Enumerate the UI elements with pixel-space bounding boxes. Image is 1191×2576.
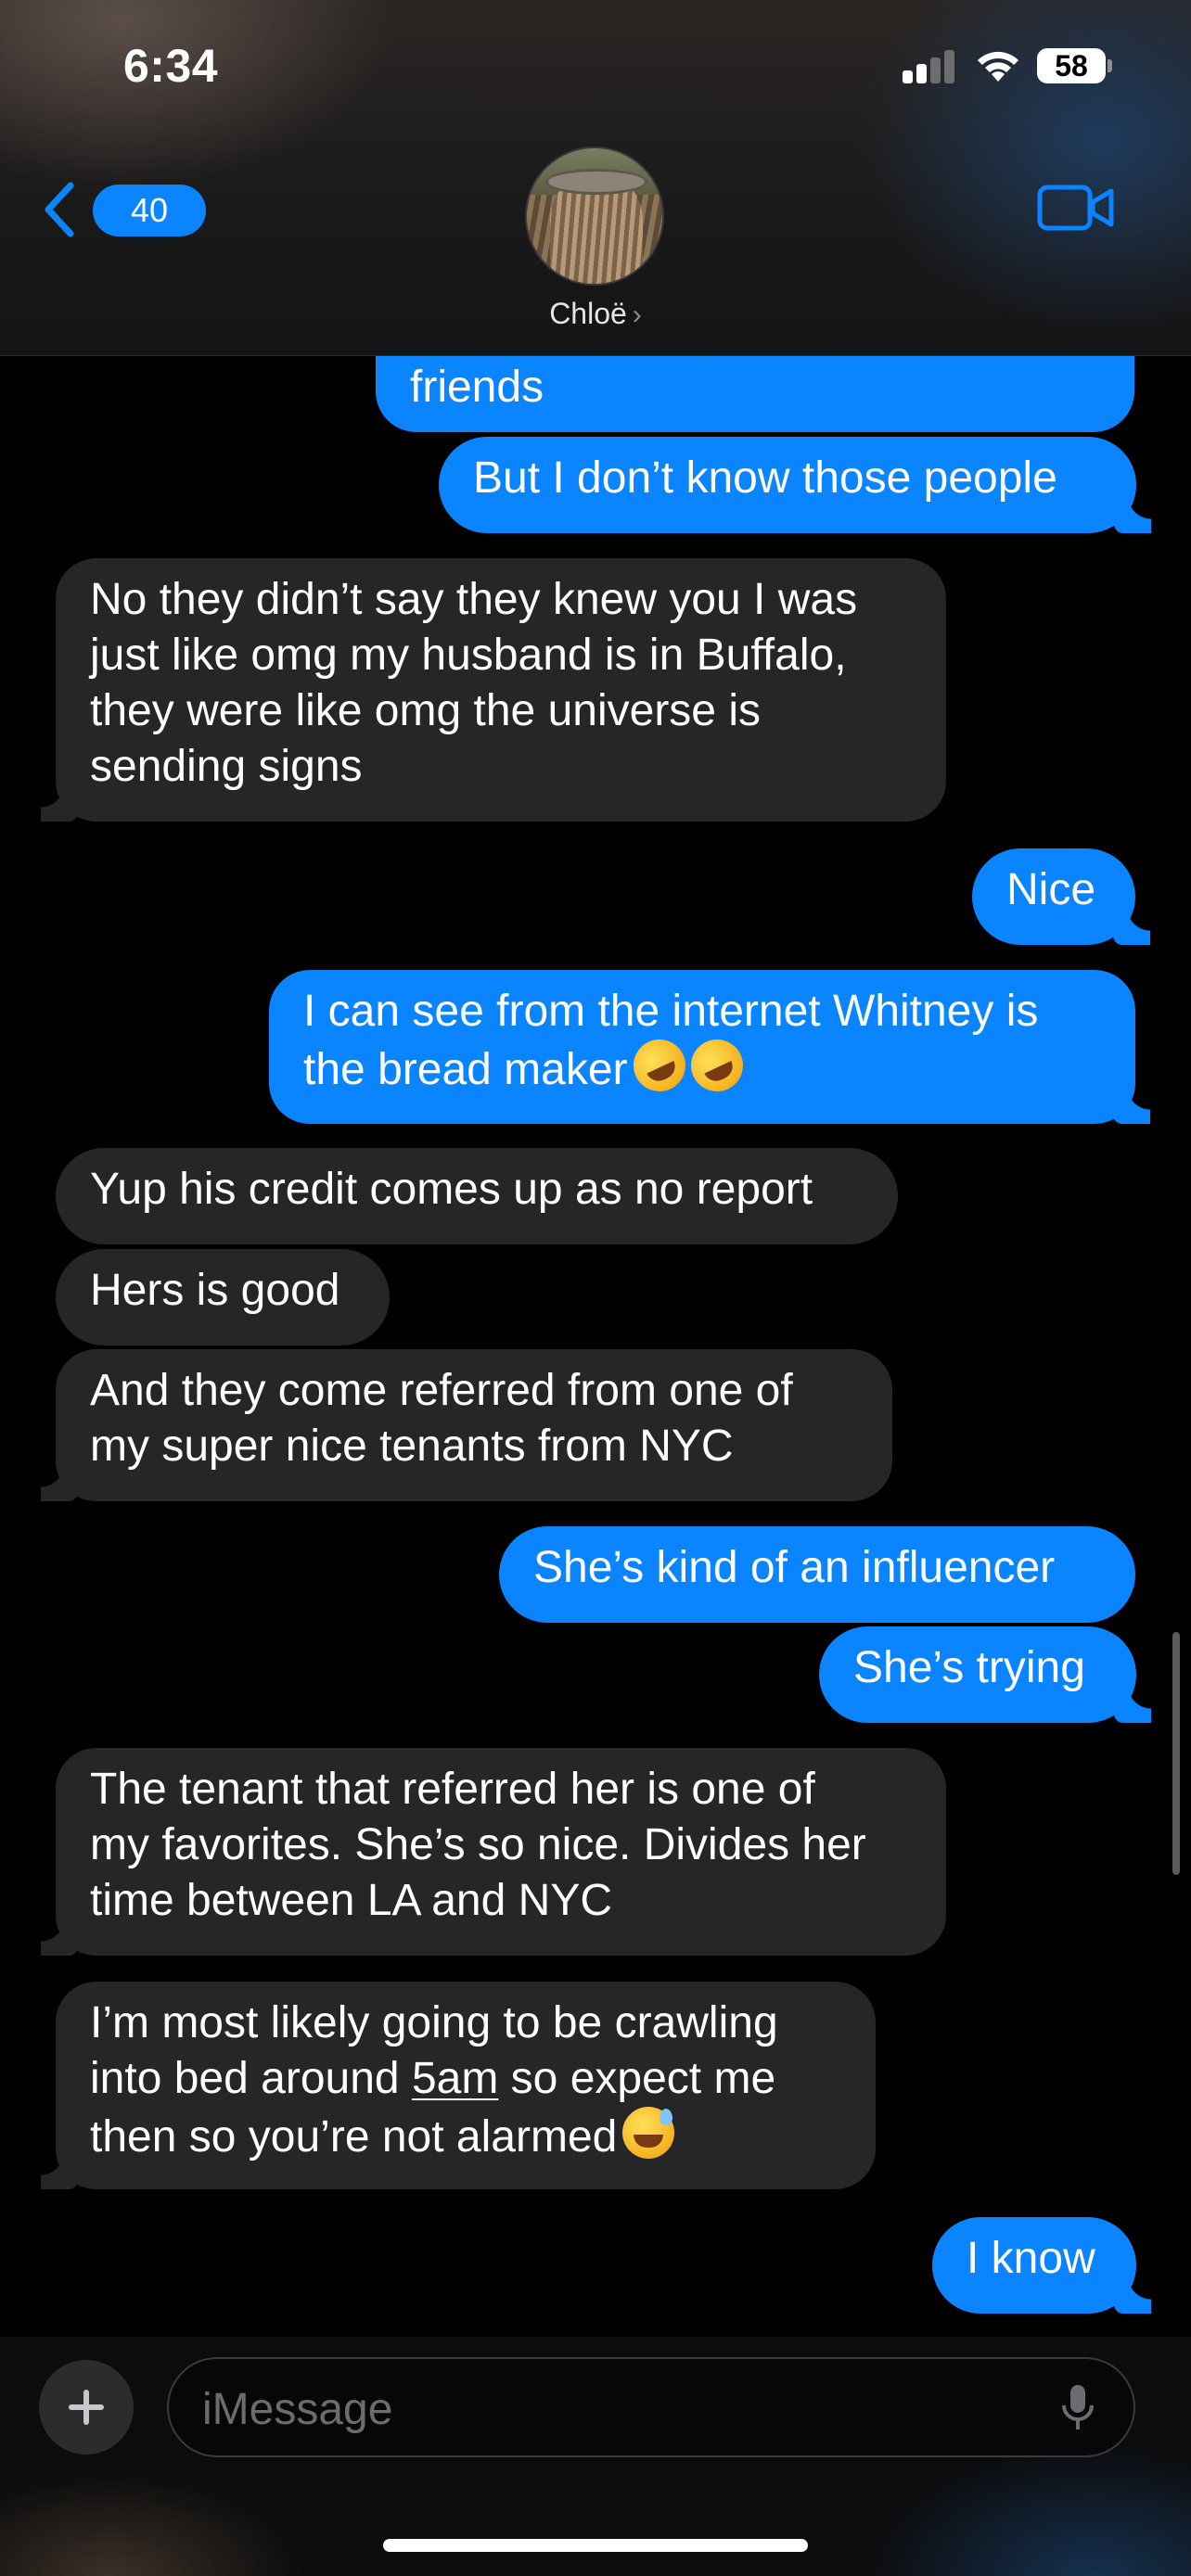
chevron-right-icon: ›: [632, 300, 642, 330]
message-line: I can see from the internet Whitney is: [303, 987, 1039, 1036]
message-line: sending signs: [90, 742, 363, 791]
message-thread: friends But I don’t know those people No…: [0, 0, 1191, 2576]
battery-cap: [1108, 59, 1112, 72]
message-received[interactable]: No they didn’t say they knew you I was j…: [41, 558, 946, 822]
message-line: then so you’re not alarmed: [90, 2112, 618, 2162]
message-line: The tenant that referred her is one of: [90, 1765, 815, 1814]
conversation-header: 6:34 58 40 Chloë ›: [0, 0, 1191, 356]
grinning-sweat-emoji-icon: [622, 2107, 675, 2159]
status-time: 6:34: [123, 40, 219, 92]
wifi-icon: [978, 51, 1018, 82]
plus-icon[interactable]: [39, 2360, 134, 2455]
message-sent[interactable]: She’s kind of an influencer: [499, 1526, 1135, 1623]
home-indicator[interactable]: [383, 2539, 808, 2552]
message-sent[interactable]: friends: [376, 349, 1134, 432]
message-line: into bed around: [90, 2054, 400, 2103]
imessage-conversation-screen: friends But I don’t know those people No…: [0, 0, 1191, 2576]
message-line: the bread maker: [303, 1045, 628, 1094]
message-sent[interactable]: I know: [932, 2217, 1151, 2314]
rolling-on-floor-laughing-emoji-icon: [682, 1030, 751, 1101]
message-text: But I don’t know those people: [473, 453, 1057, 503]
message-sent[interactable]: I can see from the internet Whitney is t…: [269, 970, 1150, 1124]
message-text: Hers is good: [90, 1266, 340, 1315]
message-sent[interactable]: Nice: [972, 848, 1150, 945]
message-text: friends: [410, 363, 544, 412]
message-text: Nice: [1006, 865, 1096, 914]
time-link[interactable]: 5am: [412, 2054, 498, 2103]
message-line: so expect me: [510, 2054, 776, 2103]
message-received[interactable]: Hers is good: [56, 1249, 390, 1345]
message-input[interactable]: [202, 2381, 1018, 2437]
battery-level: 58: [1037, 48, 1106, 83]
back-chevron-icon: [45, 182, 74, 237]
imessage-input[interactable]: [167, 2357, 1135, 2457]
message-received[interactable]: The tenant that referred her is one of m…: [41, 1748, 946, 1956]
message-line: they were like omg the universe is: [90, 686, 761, 735]
contact-name[interactable]: Chloë ›: [0, 297, 1191, 331]
rolling-on-floor-laughing-emoji-icon: [624, 1030, 694, 1101]
message-sent[interactable]: She’s trying: [819, 1626, 1151, 1723]
microphone-icon[interactable]: [1059, 2383, 1096, 2435]
message-text: I know: [967, 2234, 1095, 2283]
message-text: Yup his credit comes up as no report: [90, 1165, 813, 1214]
message-line: No they didn’t say they knew you I was: [90, 575, 858, 624]
message-line: my favorites. She’s so nice. Divides her: [90, 1820, 866, 1869]
battery-icon: 58: [1037, 48, 1113, 83]
message-line: And they come referred from one of: [90, 1366, 793, 1415]
cellular-signal-icon: [903, 48, 956, 83]
message-received[interactable]: I’m most likely going to be crawling int…: [41, 1982, 876, 2189]
message-text: She’s kind of an influencer: [533, 1543, 1056, 1592]
video-camera-icon[interactable]: [1037, 182, 1115, 234]
message-line: my super nice tenants from NYC: [90, 1422, 734, 1471]
message-line: time between LA and NYC: [90, 1876, 612, 1925]
message-line: I’m most likely going to be crawling: [90, 1998, 778, 2047]
back-button[interactable]: 40: [41, 176, 206, 243]
scrollbar[interactable]: [1172, 1632, 1180, 1875]
contact-avatar[interactable]: [525, 147, 664, 286]
unread-count-badge: 40: [93, 185, 206, 236]
message-sent[interactable]: But I don’t know those people: [439, 437, 1151, 533]
message-received[interactable]: Yup his credit comes up as no report: [56, 1148, 898, 1244]
message-text: She’s trying: [853, 1643, 1085, 1692]
message-line: just like omg my husband is in Buffalo,: [90, 631, 847, 680]
message-received[interactable]: And they come referred from one of my su…: [41, 1349, 892, 1501]
